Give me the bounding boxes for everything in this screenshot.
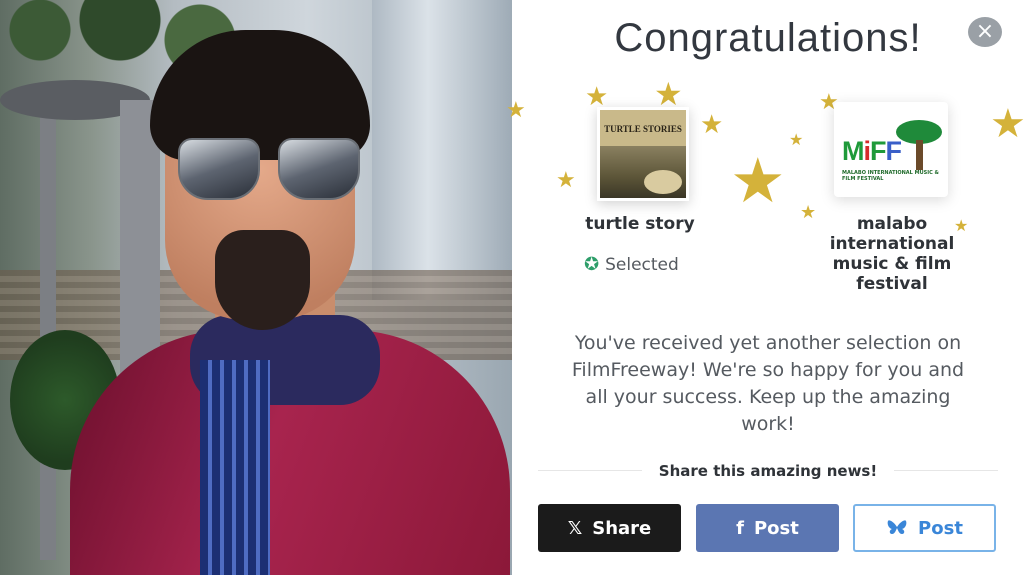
close-icon: × (975, 19, 995, 44)
congratulations-modal: Congratulations! × ★ ★ ★ ★ ★ ★ ★ ★ ★ ★ ★… (506, 0, 1024, 575)
star-icon: ★ (789, 130, 804, 149)
person-beard (215, 230, 310, 330)
share-heading: Share this amazing news! (658, 462, 878, 480)
star-icon: ★ (990, 101, 1024, 147)
star-icon: ★ (700, 110, 724, 140)
modal-title: Congratulations! (614, 16, 922, 60)
festival-logo-text: MiFF (842, 136, 902, 166)
star-icon: ★ (800, 202, 817, 223)
close-button[interactable]: × (968, 17, 1002, 47)
star-icon: ★ (506, 98, 526, 123)
star-check-icon: ✪ (584, 254, 600, 275)
divider-right (894, 470, 998, 471)
festival-logo-subtext: MALABO INTERNATIONAL MUSIC & FILM FESTIV… (842, 170, 939, 182)
film-poster-rock (644, 170, 682, 194)
background-curtain (372, 0, 512, 300)
share-facebook-label: Post (753, 517, 799, 539)
film-poster-title: TURTLE STORIES (604, 124, 682, 134)
x-logo-icon: 𝕏 (567, 517, 583, 539)
person-shirt (200, 360, 270, 575)
selection-status: ✪ Selected (584, 254, 679, 275)
facebook-icon: f (736, 517, 744, 539)
bluesky-butterfly-icon (887, 520, 907, 534)
share-x-button[interactable]: 𝕏 Share (538, 504, 681, 552)
share-facebook-button[interactable]: f Post (696, 504, 839, 552)
star-icon: ★ (654, 75, 683, 113)
divider-left (538, 470, 642, 471)
film-poster: TURTLE STORIES (597, 107, 689, 201)
profile-photo (0, 0, 512, 575)
share-x-label: Share (592, 517, 652, 539)
share-bluesky-button[interactable]: Post (853, 504, 996, 552)
congratulations-message: You've received yet another selection on… (571, 332, 965, 435)
star-icon: ★ (556, 168, 576, 193)
festival-name: malabo international music & film festiv… (829, 214, 955, 294)
sunglasses (178, 138, 360, 200)
share-bluesky-label: Post (918, 517, 963, 539)
selection-status-label: Selected (605, 255, 679, 275)
festival-logo-tree-trunk (916, 140, 923, 170)
patio-heater (40, 90, 56, 560)
film-name: turtle story (585, 214, 695, 234)
festival-logo: MiFF MALABO INTERNATIONAL MUSIC & FILM F… (834, 102, 948, 197)
star-icon: ★ (730, 144, 786, 217)
